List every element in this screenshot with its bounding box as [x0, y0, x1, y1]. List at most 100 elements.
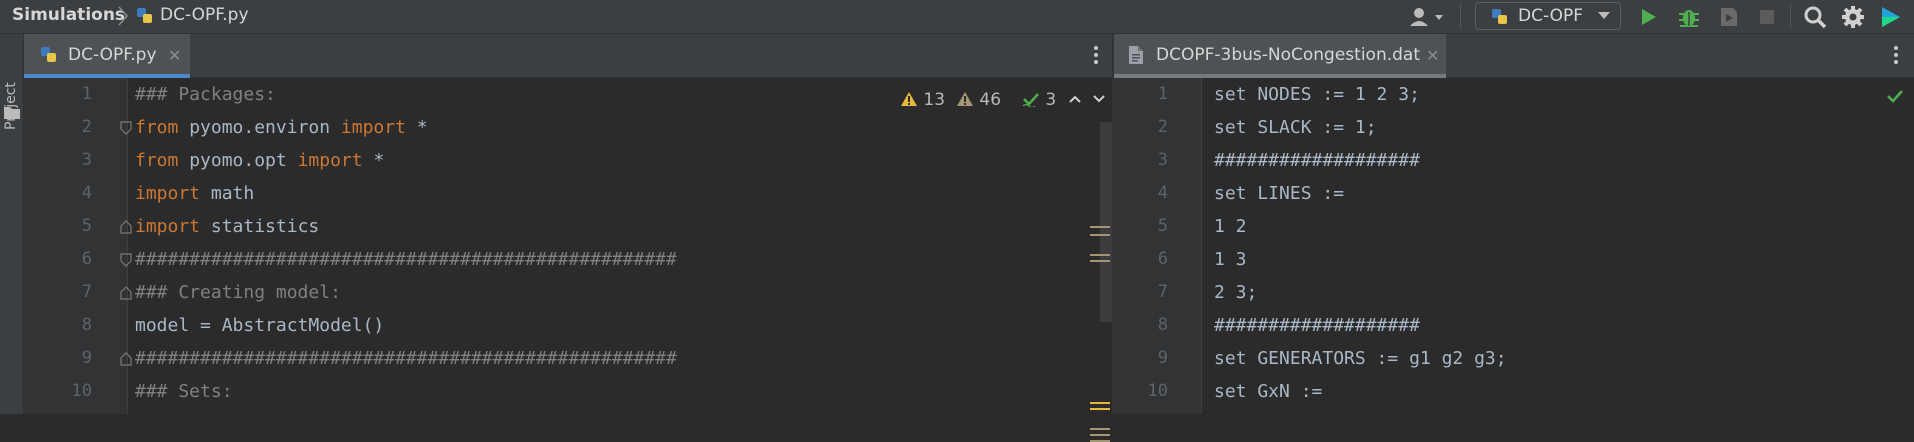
tab-dcopf-3bus-nocongestion-dat[interactable]: DCOPF-3bus-NoCongestion.dat ✕ [1114, 34, 1446, 78]
code-line[interactable]: set GENERATORS := g1 g2 g3; [1214, 342, 1507, 375]
fold-marker-icon[interactable] [120, 121, 132, 135]
code-editor[interactable]: 1 2 3 4 5 6 7 8 9 10 set NODES := 1 2 3; set SLACK… [1114, 78, 1914, 414]
fold-marker-icon[interactable] [120, 352, 132, 366]
gear-icon[interactable] [1840, 4, 1866, 30]
code-line[interactable]: ########################################… [135, 342, 677, 375]
error-stripe-marker[interactable] [1090, 408, 1110, 410]
error-stripe-marker[interactable] [1090, 254, 1110, 256]
code-line[interactable]: ### Creating model: [135, 276, 341, 309]
code-line[interactable]: set SLACK := 1; [1214, 111, 1377, 144]
code-token: from [135, 117, 179, 138]
weak-warnings-count-label: 46 [979, 90, 1002, 110]
tab-actions-menu-icon[interactable] [1094, 46, 1098, 67]
editor-tab-bar: DC-OPF.py ✕ [24, 34, 1113, 78]
line-number: 2 [1157, 117, 1168, 137]
line-number: 5 [81, 216, 92, 236]
fold-marker-icon[interactable] [120, 220, 132, 234]
inspection-widget[interactable]: 13 46 3 [900, 88, 1105, 112]
code-line[interactable]: set LINES := [1214, 177, 1344, 210]
code-line[interactable]: set GxN := [1214, 375, 1322, 408]
next-highlight-icon[interactable] [1092, 94, 1106, 104]
code-line[interactable]: 1 3 [1214, 243, 1247, 276]
jetbrains-toolbox-icon[interactable] [1878, 4, 1904, 30]
error-stripe-marker[interactable] [1090, 402, 1110, 404]
code-token: * [362, 150, 385, 171]
typo-check-icon [1022, 93, 1039, 109]
run-configuration-select[interactable]: DC-OPF [1475, 2, 1621, 30]
typos-count-label: 3 [1045, 90, 1057, 110]
breadcrumb-file[interactable]: DC-OPF.py [160, 0, 249, 34]
editor-tab-bar: DCOPF-3bus-NoCongestion.dat ✕ [1114, 34, 1914, 78]
run-icon[interactable] [1638, 4, 1660, 30]
code-token: ### Sets: [135, 381, 233, 402]
typos-count[interactable]: 3 [1022, 88, 1056, 112]
code-line[interactable]: ################### [1214, 309, 1420, 342]
close-icon[interactable]: ✕ [168, 46, 181, 65]
tab-dc-opf-py[interactable]: DC-OPF.py ✕ [24, 34, 190, 78]
code-token: * [405, 117, 428, 138]
debug-icon[interactable] [1676, 4, 1702, 30]
code-token: ### Packages: [135, 84, 276, 105]
breadcrumb-project[interactable]: Simulations [12, 0, 125, 34]
code-token: ### Creating model: [135, 282, 341, 303]
line-number: 9 [1157, 348, 1168, 368]
code-token: math [200, 183, 255, 204]
error-stripe-marker[interactable] [1090, 226, 1110, 228]
editor-pane-right: DCOPF-3bus-NoCongestion.dat ✕ 1234567891… [1114, 34, 1914, 414]
warning-icon [901, 92, 917, 106]
breadcrumb-separator-icon [118, 6, 129, 26]
code-line[interactable]: ### Packages: [135, 78, 276, 111]
code-token: import [340, 117, 406, 138]
python-file-icon [41, 47, 56, 62]
tab-label: DCOPF-3bus-NoCongestion.dat [1156, 45, 1420, 65]
code-line[interactable]: from pyomo.opt import * [135, 144, 384, 177]
project-tool-window-label[interactable]: Project [3, 70, 19, 130]
code-line[interactable]: 2 3; [1214, 276, 1257, 309]
no-problems-check-icon[interactable] [1886, 88, 1904, 104]
tab-actions-menu-icon[interactable] [1894, 46, 1898, 67]
error-stripe-marker[interactable] [1090, 428, 1110, 430]
error-stripe-marker[interactable] [1090, 234, 1110, 236]
code-line[interactable]: model = AbstractModel() [135, 309, 384, 342]
previous-highlight-icon[interactable] [1068, 94, 1082, 104]
code-token: statistics [200, 216, 320, 237]
line-number: 10 [71, 381, 92, 401]
fold-marker-icon[interactable] [120, 253, 132, 267]
close-icon[interactable]: ✕ [1426, 46, 1439, 65]
stop-icon[interactable] [1756, 4, 1778, 30]
code-line[interactable]: ################### [1214, 144, 1420, 177]
code-line[interactable]: import math [135, 177, 254, 210]
error-stripe-marker[interactable] [1090, 434, 1110, 436]
code-line[interactable]: import statistics [135, 210, 319, 243]
line-number: 6 [1157, 249, 1168, 269]
line-number: 5 [1157, 216, 1168, 236]
line-number: 2 [81, 117, 92, 137]
line-number: 7 [1157, 282, 1168, 302]
code-line[interactable]: set NODES := 1 2 3; [1214, 78, 1420, 111]
code-token: import [135, 216, 201, 237]
editor-pane-left: DC-OPF.py ✕ 1 2 3 4 5 6 7 8 9 10 ### Packages: fro… [24, 34, 1114, 442]
code-line[interactable]: ########################################… [135, 243, 677, 276]
run-with-coverage-icon[interactable] [1716, 4, 1742, 30]
line-number: 3 [81, 150, 92, 170]
user-account-icon[interactable] [1405, 4, 1449, 30]
search-icon[interactable] [1802, 4, 1828, 30]
fold-marker-icon[interactable] [120, 286, 132, 300]
warnings-count[interactable]: 13 [900, 88, 945, 112]
code-token: ########################################… [135, 249, 677, 270]
code-line[interactable]: 1 2 [1214, 210, 1247, 243]
code-line[interactable]: from pyomo.environ import * [135, 111, 428, 144]
weak-warnings-count[interactable]: 46 [956, 88, 1001, 112]
code-token: ########################################… [135, 348, 677, 369]
warnings-count-label: 13 [923, 90, 946, 110]
tab-label: DC-OPF.py [68, 45, 157, 65]
line-number: 8 [1157, 315, 1168, 335]
code-editor[interactable]: 1 2 3 4 5 6 7 8 9 10 ### Packages: from pyomo.envi… [24, 78, 1114, 442]
chevron-down-icon [1598, 12, 1610, 19]
folder-icon[interactable] [3, 104, 21, 120]
code-token: import [297, 150, 363, 171]
code-line[interactable]: ### Sets: [135, 375, 233, 408]
code-token: import [135, 183, 201, 204]
code-token: pyomo.environ [178, 117, 341, 138]
error-stripe-marker[interactable] [1090, 260, 1110, 262]
